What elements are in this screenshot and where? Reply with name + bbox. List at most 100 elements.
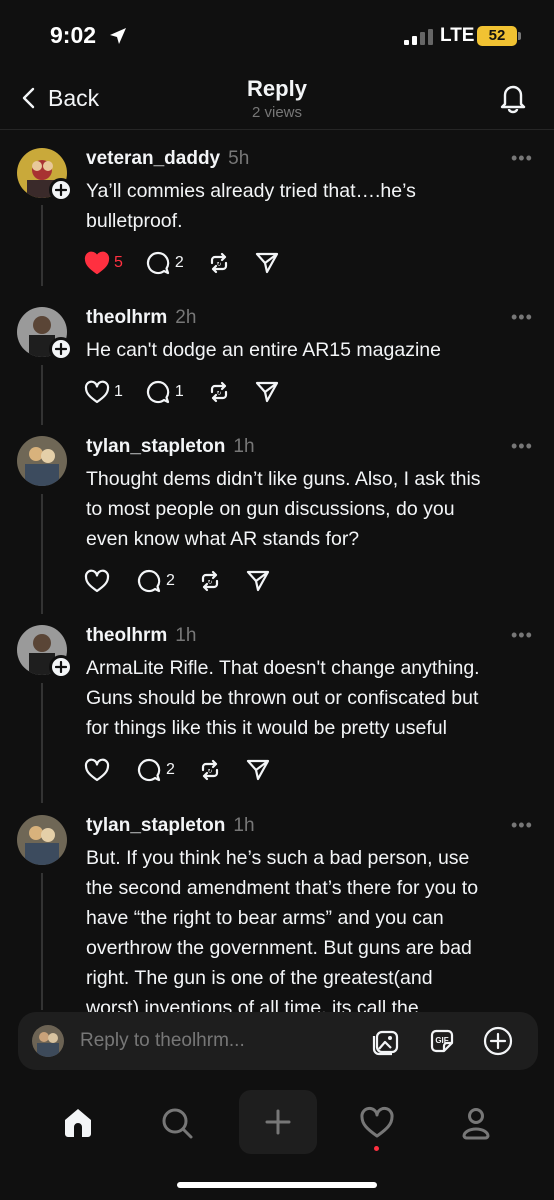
comment-icon — [146, 251, 170, 275]
tab-profile[interactable] — [456, 1103, 496, 1143]
plus-circle-icon[interactable] — [482, 1025, 514, 1057]
thread-line — [41, 365, 43, 425]
plus-icon — [55, 661, 67, 673]
username[interactable]: theolhrm — [86, 307, 167, 328]
avatar[interactable] — [17, 815, 67, 865]
like-button[interactable]: 5 — [84, 248, 123, 278]
post-text-line: ArmaLite Rifle. That doesn't change anyt… — [86, 657, 480, 679]
share-icon — [246, 570, 270, 592]
search-icon — [162, 1108, 193, 1139]
follow-button[interactable] — [49, 178, 73, 202]
plus-icon — [55, 343, 67, 355]
heart-icon — [360, 1106, 394, 1138]
follow-button[interactable] — [49, 337, 73, 361]
comment-icon — [146, 380, 170, 404]
svg-text:GIF: GIF — [435, 1036, 448, 1045]
username[interactable]: tylan_stapleton — [86, 436, 225, 457]
more-options-button[interactable]: ••• — [511, 625, 533, 646]
repost-button[interactable]: ↻ — [197, 755, 223, 785]
like-count: 1 — [114, 383, 123, 400]
share-button[interactable] — [245, 566, 271, 596]
image-icon[interactable] — [370, 1025, 402, 1057]
username[interactable]: tylan_stapleton — [86, 815, 225, 836]
reply-button[interactable]: 2 — [136, 755, 175, 785]
reply-count: 2 — [166, 761, 175, 778]
bell-icon[interactable] — [496, 80, 530, 114]
post-time: 1h — [233, 436, 255, 457]
post-actions: 5 2 ↻ — [84, 248, 302, 278]
battery-icon: 52 — [477, 26, 517, 46]
comment-icon — [137, 569, 161, 593]
post-header: tylan_stapleton 1h — [86, 815, 255, 837]
status-bar: 9:02 LTE 52 — [0, 0, 554, 70]
svg-text:↻: ↻ — [216, 391, 221, 397]
home-icon — [65, 1109, 91, 1137]
page-title: Reply — [247, 76, 307, 101]
post-text-line: have “the right to bear arms” and you ca… — [86, 907, 444, 929]
more-options-button[interactable]: ••• — [511, 815, 533, 836]
reply-button[interactable]: 1 — [145, 377, 184, 407]
nav-header: Back Reply 2 views — [0, 70, 554, 130]
tab-search[interactable] — [157, 1103, 197, 1143]
share-icon — [255, 381, 278, 403]
avatar — [32, 1025, 64, 1057]
post-actions: 2 ↻ — [84, 755, 293, 785]
home-indicator — [177, 1182, 377, 1188]
battery-tip — [518, 32, 521, 40]
share-button[interactable] — [254, 377, 280, 407]
more-options-button[interactable]: ••• — [511, 148, 533, 169]
post-text-line: for things like this it would be pretty … — [86, 717, 447, 739]
more-options-button[interactable]: ••• — [511, 436, 533, 457]
reply-button[interactable]: 2 — [145, 248, 184, 278]
gif-icon[interactable]: GIF — [426, 1025, 458, 1057]
reply-button[interactable]: 2 — [136, 566, 175, 596]
notification-dot — [374, 1146, 379, 1151]
avatar[interactable] — [17, 436, 67, 486]
comment-icon — [137, 758, 161, 782]
like-count: 5 — [114, 254, 123, 271]
post-header: theolhrm 2h — [86, 307, 196, 329]
like-button[interactable] — [84, 566, 114, 596]
reply-bar: GIF — [18, 1012, 538, 1070]
svg-text:↻: ↻ — [216, 262, 221, 268]
tab-home[interactable] — [58, 1103, 98, 1143]
post-text-line: even know what AR stands for? — [86, 528, 360, 550]
share-button[interactable] — [245, 755, 271, 785]
reply-count: 2 — [174, 254, 184, 271]
post-text-line: the second amendment that’s there for yo… — [86, 877, 479, 899]
repost-button[interactable]: ↻ — [197, 566, 223, 596]
post-text-line: right. The gun is one of the greatest(an… — [86, 967, 433, 989]
heart-icon — [84, 380, 110, 404]
username[interactable]: veteran_daddy — [86, 148, 220, 169]
more-options-button[interactable]: ••• — [511, 307, 533, 328]
follow-button[interactable] — [49, 655, 73, 679]
reply-count: 1 — [174, 383, 184, 400]
post-header: theolhrm 1h — [86, 625, 196, 647]
post-text-line: to most people on gun discussions, do yo… — [86, 498, 455, 520]
repost-icon: ↻ — [201, 759, 219, 781]
post-header: veteran_daddy 5h — [86, 148, 249, 170]
like-button[interactable] — [84, 755, 114, 785]
tab-activity[interactable] — [357, 1103, 397, 1143]
post-text-line: Ya’ll commies already tried that….he’s — [86, 180, 416, 202]
post-time: 1h — [175, 625, 197, 646]
location-arrow-icon — [110, 28, 126, 44]
plus-icon — [55, 184, 67, 196]
repost-button[interactable]: ↻ — [206, 248, 232, 278]
post-text-line: overthrow the government. But guns are b… — [86, 937, 472, 959]
username[interactable]: theolhrm — [86, 625, 167, 646]
heart-icon — [84, 251, 110, 275]
repost-button[interactable]: ↻ — [206, 377, 232, 407]
view-count: 2 views — [251, 104, 303, 121]
tab-compose[interactable] — [239, 1090, 317, 1154]
post-header: tylan_stapleton 1h — [86, 436, 255, 458]
svg-text:↻: ↻ — [207, 580, 212, 586]
post-text-line: But. If you think he’s such a bad person… — [86, 847, 470, 869]
post-actions: 2 ↻ — [84, 566, 293, 596]
like-button[interactable]: 1 — [84, 377, 123, 407]
share-button[interactable] — [254, 248, 280, 278]
status-time: 9:02 — [50, 22, 97, 48]
reply-input[interactable] — [80, 1028, 360, 1054]
share-icon — [246, 759, 270, 781]
post-time: 2h — [175, 307, 197, 328]
